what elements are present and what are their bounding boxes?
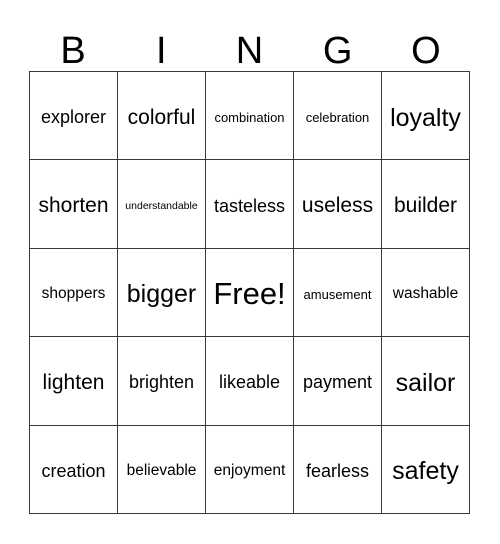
bingo-cell-free-space[interactable]: Free! [206,248,294,338]
bingo-cell-b2[interactable]: shorten [30,160,118,249]
header-letter-g: G [322,30,353,72]
bingo-cell-label: brighten [128,372,195,393]
bingo-cell-label: safety [392,457,459,486]
bingo-cell-n2[interactable]: tasteless [206,160,294,249]
bingo-header-row: B I N G O [29,22,470,71]
bingo-cell-label: creation [41,460,106,481]
bingo-cell-i4[interactable]: brighten [118,337,206,426]
bingo-cell-label: likeable [218,372,281,393]
bingo-cell-label: combination [214,109,285,125]
bingo-cell-i2[interactable]: understandable [118,160,206,249]
header-letter-b: B [60,30,86,72]
bingo-cell-label: payment [302,372,373,393]
bingo-grid: explorer colorful combination celebratio… [29,71,470,514]
bingo-cell-n4[interactable]: likeable [206,337,294,426]
bingo-cell-i1[interactable]: colorful [118,72,206,161]
free-space-label: Free! [213,276,286,312]
bingo-cell-label: fearless [305,460,370,481]
bingo-cell-g5[interactable]: fearless [294,425,382,514]
bingo-cell-b3[interactable]: shoppers [30,248,118,338]
bingo-card: B I N G O explorer colorful combination … [0,0,500,544]
bingo-cell-label: understandable [125,199,198,212]
bingo-cell-label: loyalty [390,103,461,132]
bingo-cell-i3[interactable]: bigger [118,248,206,338]
bingo-cell-i5[interactable]: believable [118,425,206,514]
header-letter-i: I [156,30,167,72]
bingo-cell-label: amusement [303,286,372,302]
bingo-cell-g1[interactable]: celebration [294,72,382,161]
bingo-cell-label: celebration [305,109,370,125]
bingo-cell-label: bigger [126,280,197,309]
bingo-cell-b5[interactable]: creation [30,425,118,514]
bingo-cell-label: explorer [40,107,107,128]
bingo-cell-b1[interactable]: explorer [30,72,118,161]
bingo-cell-o4[interactable]: sailor [382,337,470,426]
bingo-cell-n5[interactable]: enjoyment [206,425,294,514]
bingo-cell-label: washable [392,285,459,303]
bingo-cell-label: sailor [395,368,456,397]
bingo-cell-g4[interactable]: payment [294,337,382,426]
bingo-cell-label: useless [301,194,374,218]
bingo-cell-o3[interactable]: washable [382,248,470,338]
header-letter-o: O [411,30,441,72]
header-letter-n: N [235,30,264,72]
bingo-cell-o5[interactable]: safety [382,425,470,514]
bingo-cell-o1[interactable]: loyalty [382,72,470,161]
bingo-cell-label: shorten [38,194,109,218]
bingo-cell-label: believable [126,462,197,480]
bingo-cell-label: tasteless [213,195,286,216]
bingo-cell-label: builder [393,194,458,218]
bingo-cell-label: lighten [42,370,105,394]
bingo-cell-label: colorful [127,105,196,129]
bingo-cell-n1[interactable]: combination [206,72,294,161]
bingo-cell-label: shoppers [41,285,106,303]
bingo-cell-label: enjoyment [213,462,286,480]
bingo-cell-g2[interactable]: useless [294,160,382,249]
bingo-cell-b4[interactable]: lighten [30,337,118,426]
bingo-cell-o2[interactable]: builder [382,160,470,249]
bingo-cell-g3[interactable]: amusement [294,248,382,338]
